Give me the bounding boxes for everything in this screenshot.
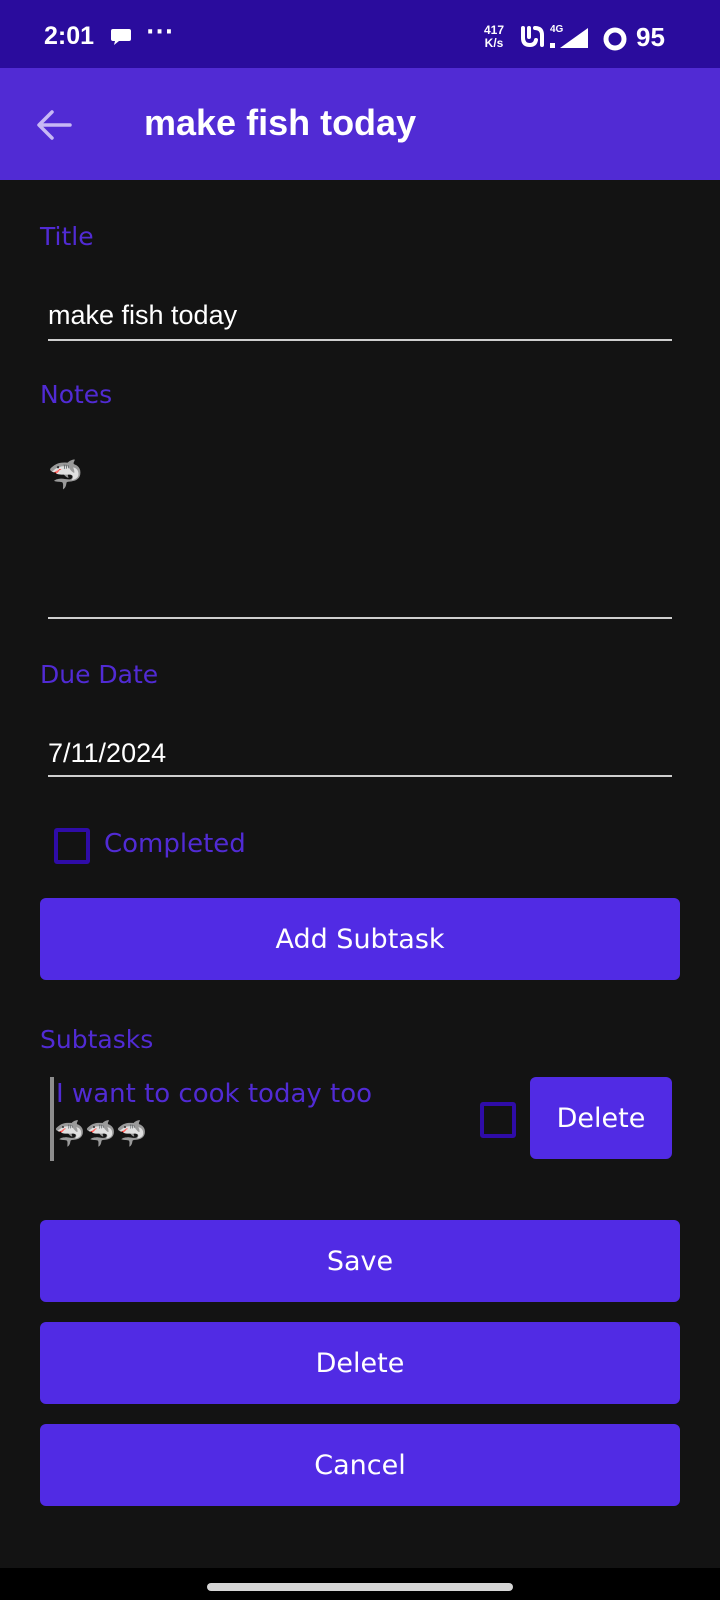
- title-input[interactable]: make fish today: [48, 300, 237, 331]
- home-gesture-handle[interactable]: [207, 1583, 513, 1591]
- subtasks-label: Subtasks: [40, 1025, 154, 1054]
- subtask-checkbox[interactable]: [480, 1102, 516, 1138]
- delete-button[interactable]: Delete: [40, 1322, 680, 1404]
- network-speed: 417 K/s: [484, 24, 504, 50]
- add-subtask-button[interactable]: Add Subtask: [40, 898, 680, 980]
- battery-icon: [603, 27, 627, 51]
- page-title: make fish today: [144, 102, 417, 143]
- title-input-underline: [48, 339, 672, 341]
- save-button[interactable]: Save: [40, 1220, 680, 1302]
- message-icon: [111, 29, 131, 45]
- cancel-button[interactable]: Cancel: [40, 1424, 680, 1506]
- subtask-notes: 🦈🦈🦈: [54, 1119, 148, 1148]
- more-notifications-icon: ···: [146, 20, 175, 45]
- due-date-label: Due Date: [40, 660, 159, 689]
- data-saver-icon: [521, 26, 544, 48]
- notes-label: Notes: [40, 380, 113, 409]
- status-time: 2:01: [44, 22, 95, 50]
- battery-level: 95: [636, 22, 665, 52]
- network-speed-unit: K/s: [484, 36, 504, 50]
- completed-checkbox[interactable]: [54, 828, 90, 864]
- subtask-item: I want to cook today too 🦈🦈🦈 Delete: [48, 1077, 672, 1161]
- completed-label: Completed: [104, 829, 246, 859]
- subtask-delete-button[interactable]: Delete: [530, 1077, 672, 1159]
- screen: 2:01 ··· 417 K/s 4G 95 make fish today T…: [0, 0, 720, 1600]
- due-date-picker[interactable]: 7/11/2024: [48, 738, 166, 769]
- arrow-left-icon[interactable]: [30, 100, 80, 150]
- notes-input[interactable]: 🦈: [48, 458, 83, 491]
- subtask-title: I want to cook today too: [56, 1079, 373, 1109]
- status-bar: 2:01 ··· 417 K/s 4G 95: [0, 0, 720, 68]
- app-bar: make fish today: [0, 68, 720, 180]
- title-label: Title: [40, 222, 94, 251]
- notes-input-underline: [48, 617, 672, 619]
- signal-icon: [550, 28, 588, 48]
- due-date-underline: [48, 775, 672, 777]
